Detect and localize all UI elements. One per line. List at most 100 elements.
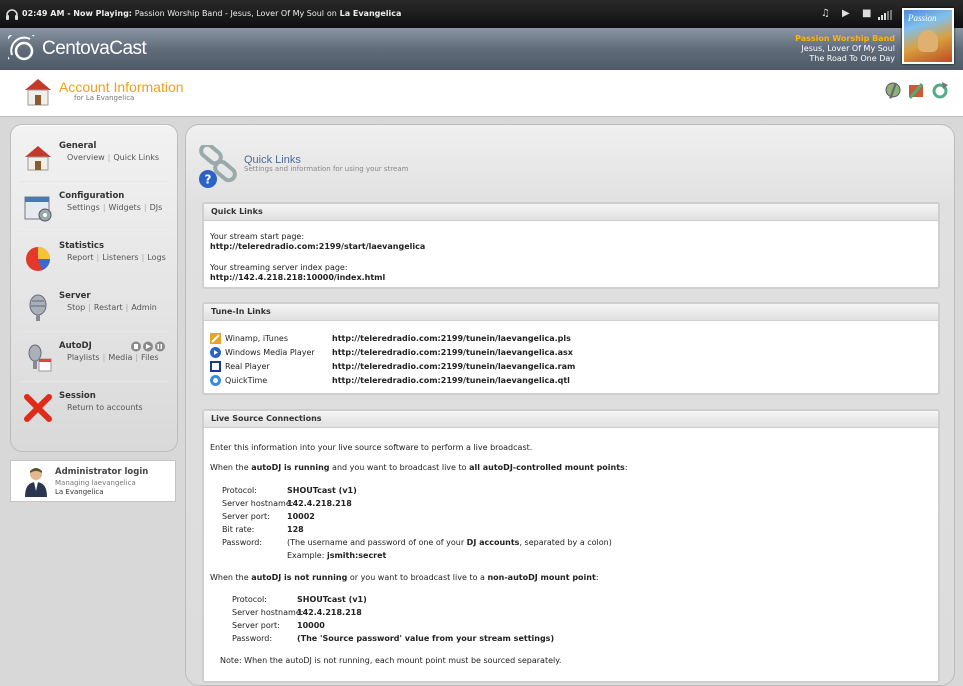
quicktime-icon	[210, 375, 221, 386]
password-description: (The username and password of one of you…	[287, 538, 612, 547]
field-label: Protocol:	[232, 595, 267, 604]
tunein-player: Real Player	[225, 362, 270, 371]
music-note-icon[interactable]: ♫	[821, 9, 830, 19]
link-widgets[interactable]: Widgets	[109, 203, 141, 212]
track-album: The Road To One Day	[809, 54, 895, 63]
sidebar-item-statistics[interactable]: Statistics Report | Listeners | Logs	[21, 239, 171, 283]
field-value: SHOUTcast (v1)	[287, 486, 357, 495]
admin-login-panel: Administrator login Managing laevangelic…	[10, 460, 176, 502]
field-value: (The 'Source password' value from your s…	[297, 634, 555, 643]
user-avatar-icon	[25, 468, 47, 497]
sidebar: General Overview | Quick Links Configurati…	[10, 124, 178, 452]
microphone-icon	[29, 294, 47, 321]
sidebar-item-autodj[interactable]: AutoDJ Playlists | Media | Files	[21, 339, 171, 383]
field-label: Server port:	[232, 621, 280, 630]
link-files[interactable]: Files	[141, 353, 159, 362]
now-playing-time: 02:49 AM	[22, 9, 65, 18]
link-playlists[interactable]: Playlists	[67, 353, 100, 362]
admin-managing: Managing laevangelica	[55, 479, 136, 487]
link-settings[interactable]: Settings	[67, 203, 100, 212]
volume-icon[interactable]	[878, 10, 892, 20]
field-label: Bit rate:	[222, 525, 255, 534]
link-quick-links[interactable]: Quick Links	[113, 153, 159, 162]
stop-icon[interactable]: ■	[862, 9, 871, 19]
configuration-icon	[24, 196, 52, 222]
play-icon[interactable]: ▶	[842, 9, 850, 19]
field-label: Protocol:	[222, 486, 257, 495]
tunein-url[interactable]: http://teleredradio.com:2199/tunein/laev…	[332, 334, 571, 343]
live-note: Note: When the autoDJ is not running, ea…	[220, 656, 562, 665]
now-playing-station: La Evangelica	[339, 9, 402, 18]
headphones-icon	[6, 9, 18, 20]
link-media[interactable]: Media	[108, 353, 132, 362]
field-label: Server hostname:	[232, 608, 304, 617]
sidebar-title-general: General	[59, 141, 97, 151]
autodj-running-text: When the autoDJ is running and you want …	[210, 463, 628, 472]
app-header: CentovaCast Passion Worship Band Jesus, …	[0, 8, 963, 70]
refresh-icon[interactable]	[931, 81, 949, 101]
page-subtitle: Settings and information for using your …	[244, 165, 409, 173]
link-overview[interactable]: Overview	[67, 153, 105, 162]
pie-chart-icon	[26, 247, 50, 271]
svg-text:?: ?	[205, 173, 212, 187]
field-label: Server port:	[222, 512, 270, 521]
account-bar: Account Information for La Evangelica	[0, 70, 963, 117]
start-page-label: Your stream start page:	[210, 232, 305, 241]
live-intro: Enter this information into your live so…	[210, 443, 533, 452]
now-playing-label: Now Playing:	[73, 9, 132, 18]
album-art-text: Passion	[908, 13, 937, 23]
tunein-url[interactable]: http://teleredradio.com:2199/tunein/laev…	[332, 348, 573, 357]
field-value: SHOUTcast (v1)	[297, 595, 367, 604]
sidebar-item-general[interactable]: General Overview | Quick Links	[21, 139, 171, 183]
tunein-links-box: Tune-In Links Winamp, iTunes http://tele…	[202, 302, 940, 395]
sidebar-title-autodj: AutoDJ	[59, 341, 92, 351]
winamp-icon	[210, 333, 221, 344]
live-source-box: Live Source Connections Enter this infor…	[202, 409, 940, 683]
chain-link-icon: ?	[199, 145, 237, 188]
tunein-url[interactable]: http://teleredradio.com:2199/tunein/laev…	[332, 376, 570, 385]
link-logs[interactable]: Logs	[147, 253, 165, 262]
dj-icon[interactable]	[884, 81, 902, 101]
now-playing-song: Passion Worship Band - Jesus, Lover Of M…	[134, 9, 325, 18]
quick-links-header: Quick Links	[204, 204, 938, 221]
start-page-url[interactable]: http://teleredradio.com:2199/start/laeva…	[210, 242, 425, 251]
link-djs[interactable]: DJs	[150, 203, 163, 212]
sidebar-title-configuration: Configuration	[59, 191, 125, 201]
field-value: 128	[287, 525, 304, 534]
field-value: 10000	[297, 621, 325, 630]
field-label: Password:	[222, 538, 263, 547]
link-admin[interactable]: Admin	[131, 303, 157, 312]
wmp-icon	[210, 347, 221, 358]
house-icon	[25, 146, 51, 171]
link-restart[interactable]: Restart	[94, 303, 123, 312]
quick-links-box: Quick Links Your stream start page: http…	[202, 202, 940, 289]
now-playing-on: on	[326, 9, 337, 18]
tunein-url[interactable]: http://teleredradio.com:2199/tunein/laev…	[332, 362, 575, 371]
field-value: 142.4.218.218	[297, 608, 362, 617]
track-artist: Passion Worship Band	[795, 34, 895, 43]
field-label: Password:	[232, 634, 273, 643]
index-page-url[interactable]: http://142.4.218.218:10000/index.html	[210, 273, 385, 282]
main-panel: ? Quick Links Settings and information f…	[185, 124, 955, 686]
link-listeners[interactable]: Listeners	[102, 253, 138, 262]
autodj-not-running-text: When the autoDJ is not running or you wa…	[210, 573, 599, 582]
playback-controls-icon[interactable]	[131, 341, 165, 352]
album-art: Passion	[902, 8, 954, 64]
close-icon	[24, 394, 52, 422]
live-source-header: Live Source Connections	[204, 411, 938, 428]
link-stop[interactable]: Stop	[67, 303, 85, 312]
tools-icon[interactable]	[907, 81, 925, 101]
link-return-to-accounts[interactable]: Return to accounts	[67, 403, 143, 412]
centovacast-logo[interactable]: CentovaCast	[42, 38, 147, 60]
account-title: Account Information	[59, 79, 184, 95]
link-report[interactable]: Report	[67, 253, 94, 262]
now-playing-text: 02:49 AM - Now Playing: Passion Worship …	[22, 9, 402, 18]
sidebar-title-session: Session	[59, 391, 96, 401]
sidebar-item-configuration[interactable]: Configuration Settings | Widgets | DJs	[21, 189, 171, 233]
sidebar-title-statistics: Statistics	[59, 241, 105, 251]
sidebar-item-server[interactable]: Server Stop | Restart | Admin	[21, 289, 171, 333]
index-page-label: Your streaming server index page:	[210, 263, 348, 272]
tunein-header: Tune-In Links	[204, 304, 938, 321]
sidebar-item-session[interactable]: Session Return to accounts	[21, 389, 171, 433]
centovacast-logo-icon[interactable]	[8, 35, 40, 65]
